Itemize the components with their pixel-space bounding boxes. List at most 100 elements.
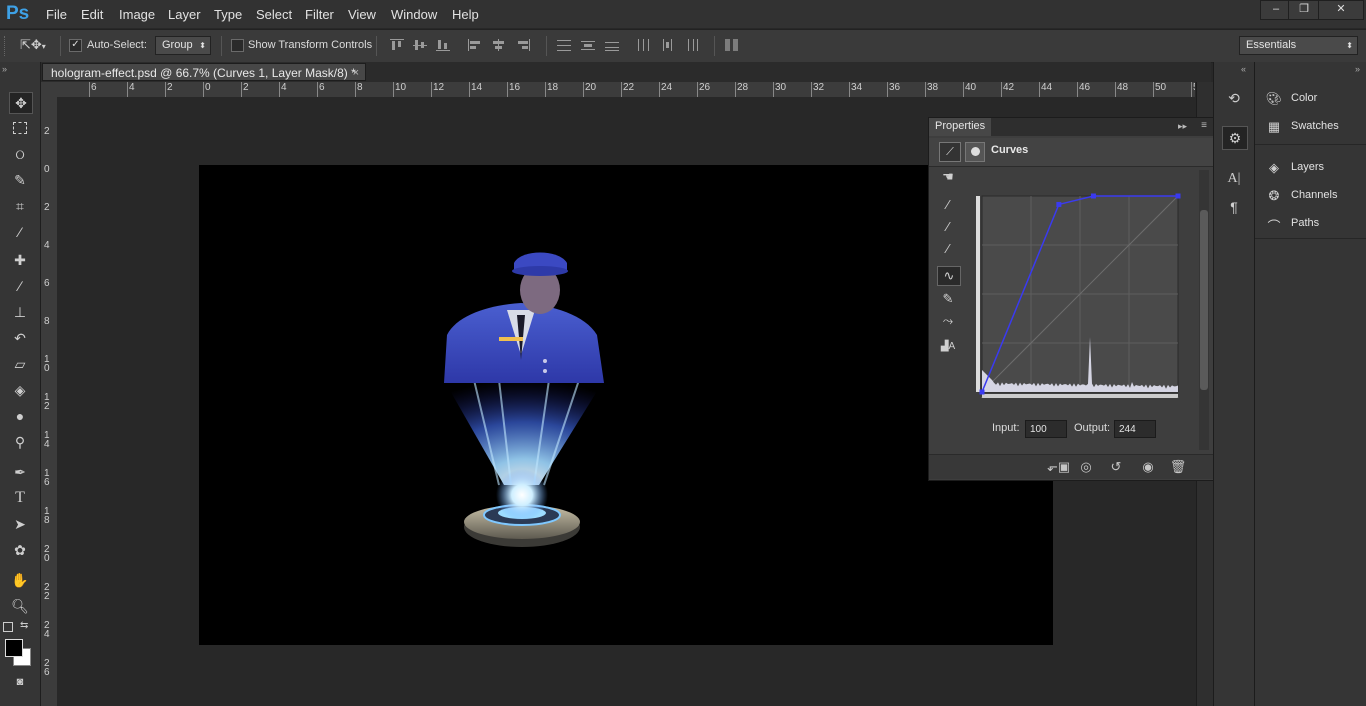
curve-control-point[interactable] (979, 389, 985, 395)
auto-select-checkbox[interactable]: ✓ (69, 39, 82, 52)
distribute-top-icon[interactable] (557, 39, 571, 51)
menu-select[interactable]: Select (256, 7, 292, 22)
menu-image[interactable]: Image (119, 7, 155, 22)
default-colors-icon[interactable] (3, 622, 13, 632)
toggle-visibility-icon[interactable]: ◉ (1139, 459, 1157, 475)
quick-mask-icon[interactable]: ◙ (9, 672, 31, 692)
black-point-eyedropper-icon[interactable]: ⁄ (937, 196, 959, 214)
collapse-arrows-icon[interactable]: » (1355, 64, 1360, 74)
paragraph-panel-icon[interactable]: ¶ (1222, 196, 1246, 218)
menu-layer[interactable]: Layer (168, 7, 201, 22)
eyedropper-tool-icon[interactable]: ⁄ (9, 222, 31, 242)
clone-stamp-tool-icon[interactable]: ⊥ (9, 302, 31, 322)
history-panel-icon[interactable]: ⟲ (1222, 87, 1246, 109)
gray-point-eyedropper-icon[interactable]: ⁄ (937, 218, 959, 236)
shape-tool-icon[interactable]: ✿ (9, 540, 31, 560)
align-vcenter-icon[interactable] (413, 39, 427, 51)
menu-file[interactable]: File (46, 7, 67, 22)
expand-arrows-icon[interactable]: ▸▸ (1178, 121, 1187, 132)
auto-align-layers-icon[interactable] (725, 39, 739, 51)
align-bottom-icon[interactable] (436, 39, 450, 51)
restore-button[interactable]: ❐ (1288, 0, 1320, 20)
crop-tool-icon[interactable]: ⌗ (9, 196, 31, 216)
swap-colors-icon[interactable]: ⇆ (20, 620, 28, 631)
ruler-tick (431, 82, 432, 97)
character-panel-icon[interactable]: A| (1222, 168, 1246, 190)
document-tab[interactable]: hologram-effect.psd @ 66.7% (Curves 1, L… (42, 63, 366, 81)
delete-adjustment-icon[interactable]: 🗑︎ (1169, 459, 1187, 475)
distribute-right-icon[interactable] (685, 39, 699, 51)
curves-graph[interactable] (974, 192, 1184, 398)
input-field[interactable]: 100 (1025, 420, 1067, 438)
clip-to-layer-icon[interactable]: ⬐▣ (1047, 459, 1070, 475)
output-field[interactable]: 244 (1114, 420, 1156, 438)
align-hcenter-icon[interactable] (492, 39, 506, 51)
distribute-vcenter-icon[interactable] (581, 39, 595, 51)
view-previous-state-icon[interactable]: ◎ (1077, 459, 1095, 475)
on-image-adjust-icon[interactable]: ☚ (937, 168, 959, 186)
vertical-ruler[interactable]: 2 0 2 4 6 8 1 0 1 2 1 4 1 6 1 8 2 0 2 2 2 4 2 6 (41, 97, 58, 706)
foreground-color-swatch[interactable] (5, 639, 23, 657)
curve-control-point[interactable] (1056, 201, 1062, 207)
marquee-tool-icon[interactable] (9, 118, 31, 138)
align-top-icon[interactable] (390, 39, 404, 51)
distribute-left-icon[interactable] (637, 39, 651, 51)
panel-layers[interactable]: ◈ Layers (1265, 158, 1365, 178)
distribute-hcenter-icon[interactable] (661, 39, 675, 51)
brush-tool-icon[interactable]: ∕ (9, 276, 31, 296)
curve-control-point[interactable] (1090, 193, 1096, 199)
close-window-button[interactable]: ✕ (1318, 0, 1364, 20)
menu-filter[interactable]: Filter (305, 7, 334, 22)
lasso-tool-icon[interactable]: ଠ (9, 144, 31, 164)
type-tool-icon[interactable]: T (9, 488, 31, 508)
scrollbar-thumb[interactable] (1200, 210, 1208, 390)
panel-channels[interactable]: ❂ Channels (1265, 186, 1365, 206)
menu-window[interactable]: Window (391, 7, 437, 22)
close-tab-icon[interactable]: × (353, 64, 359, 82)
healing-brush-tool-icon[interactable]: ✚ (9, 250, 31, 270)
menu-help[interactable]: Help (452, 7, 479, 22)
horizontal-ruler[interactable]: 6 4 2 0 2 4 6 8 10 12 14 16 18 20 22 24 26 28 30 32 34 36 38 40… (57, 82, 1195, 98)
properties-tab[interactable]: Properties (929, 118, 992, 136)
move-tool-preset-icon[interactable]: ⇱✥▾ (20, 37, 50, 55)
menu-type[interactable]: Type (214, 7, 242, 22)
hand-tool-icon[interactable]: ✋ (9, 570, 31, 590)
path-selection-tool-icon[interactable]: ➤ (9, 514, 31, 534)
collapse-arrows-icon[interactable]: » (2, 64, 7, 74)
paint-bucket-tool-icon[interactable]: ◈ (9, 380, 31, 400)
panel-paths[interactable]: ⌒ Paths (1265, 214, 1365, 234)
ruler-origin[interactable] (41, 82, 57, 98)
pen-tool-icon[interactable]: ✒ (9, 462, 31, 482)
curve-control-point[interactable] (1175, 193, 1181, 199)
panel-color[interactable]: 🎨︎ Color (1265, 89, 1365, 109)
auto-tone-icon[interactable]: ▟A (937, 338, 959, 356)
align-left-icon[interactable] (468, 39, 482, 51)
move-tool-icon[interactable]: ✥ (9, 92, 33, 114)
history-brush-tool-icon[interactable]: ↶ (9, 328, 31, 348)
menu-edit[interactable]: Edit (81, 7, 103, 22)
document-canvas[interactable] (199, 165, 1053, 645)
draw-curve-pencil-icon[interactable]: ✎ (937, 290, 959, 308)
distribute-bottom-icon[interactable] (605, 39, 619, 51)
zoom-tool-icon[interactable]: 🔍︎ (9, 596, 31, 616)
white-point-eyedropper-icon[interactable]: ⁄ (937, 240, 959, 258)
quick-selection-tool-icon[interactable]: ✎ (9, 170, 31, 190)
menu-view[interactable]: View (348, 7, 376, 22)
show-transform-checkbox[interactable] (231, 39, 244, 52)
align-right-icon[interactable] (516, 39, 530, 51)
properties-scrollbar[interactable] (1199, 170, 1209, 450)
layer-mask-icon[interactable] (965, 142, 985, 162)
dodge-tool-icon[interactable]: ⚲ (9, 432, 31, 452)
panel-menu-icon[interactable]: ≡ (1201, 120, 1207, 131)
workspace-dropdown[interactable]: Essentials ⬍ (1239, 36, 1358, 55)
panel-swatches[interactable]: ▦ Swatches (1265, 117, 1365, 137)
auto-select-dropdown[interactable]: Group ⬍ (155, 36, 211, 55)
reset-adjustment-icon[interactable]: ↺ (1107, 459, 1125, 475)
collapse-arrows-icon[interactable]: « (1241, 64, 1246, 74)
edit-points-curve-icon[interactable]: ∿ (937, 266, 961, 286)
eraser-tool-icon[interactable]: ▱ (9, 354, 31, 374)
properties-panel-icon[interactable]: ⚙ (1222, 126, 1248, 150)
blur-tool-icon[interactable]: ● (9, 406, 31, 426)
smooth-curve-icon[interactable]: ⤳ (937, 312, 959, 330)
curves-adjustment-icon[interactable]: ⟋ (939, 142, 961, 162)
